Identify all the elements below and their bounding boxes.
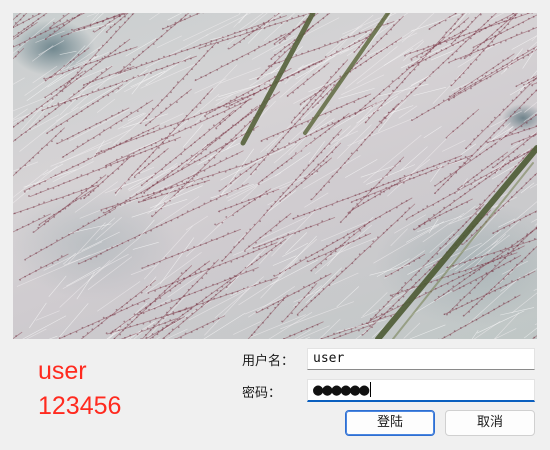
password-mask-text: ●●●●●●: [313, 380, 369, 400]
password-label: 密码：: [242, 386, 282, 401]
username-input[interactable]: user: [307, 348, 535, 370]
text-caret: [370, 382, 372, 397]
login-button[interactable]: 登陆: [345, 410, 435, 436]
grass-seedhead-image: [13, 13, 537, 339]
hint-username-text: user: [38, 357, 87, 385]
cancel-button[interactable]: 取消: [445, 410, 535, 436]
credentials-hint: user 123456: [38, 354, 121, 424]
password-input[interactable]: ●●●●●●: [307, 379, 535, 402]
username-label: 用户名：: [242, 354, 295, 369]
photo-panel: [13, 13, 537, 339]
hint-password-text: 123456: [38, 392, 122, 420]
